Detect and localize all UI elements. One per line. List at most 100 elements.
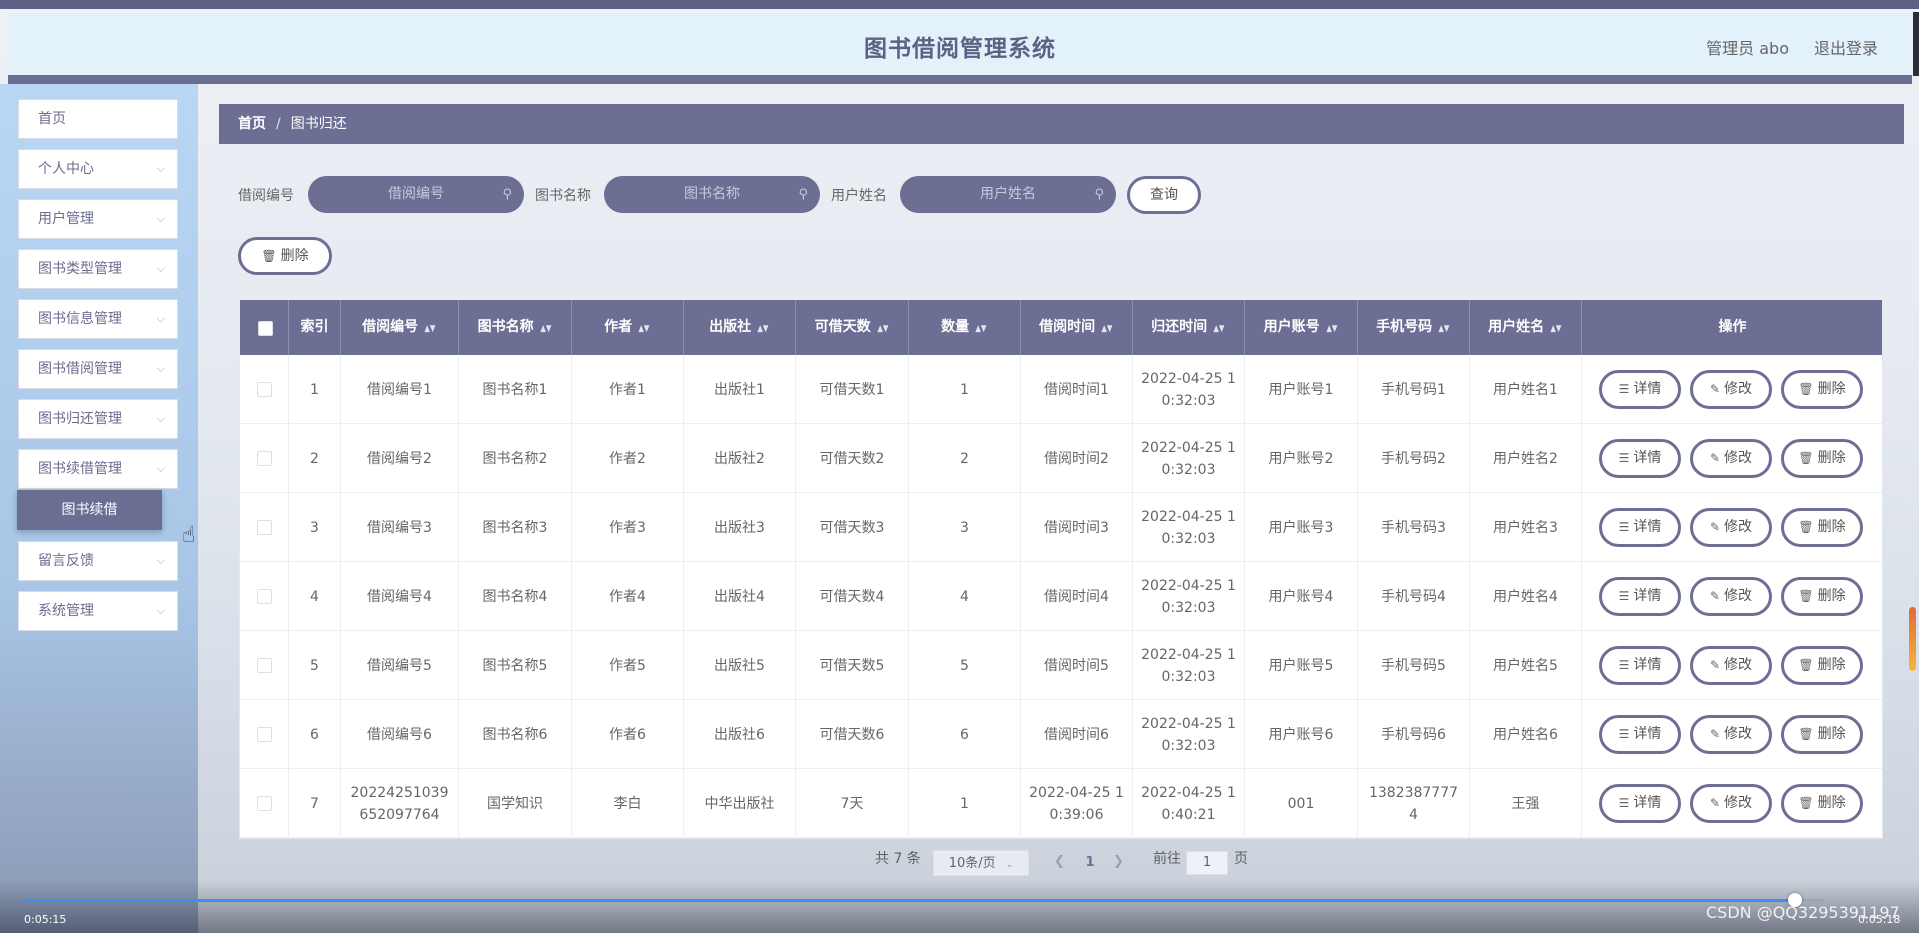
trash-icon: 🗑 bbox=[1798, 796, 1814, 810]
row-checkbox[interactable] bbox=[256, 658, 272, 673]
sidebar-item-personal-center[interactable]: 个人中心 ⌵ bbox=[18, 149, 178, 189]
detail-button[interactable]: ☰ 详情 bbox=[1599, 370, 1681, 409]
borrow-no-input[interactable]: 借阅编号 ⚲ bbox=[308, 176, 524, 213]
th-col-8[interactable]: 归还时间 ▲▼ bbox=[1133, 300, 1245, 355]
edit-button[interactable]: ✎ 修改 bbox=[1690, 508, 1772, 547]
th-label: 可借天数 bbox=[814, 319, 871, 335]
sidebar-item-book-return-mgmt[interactable]: 图书归还管理 ⌵ bbox=[18, 399, 178, 439]
edit-button[interactable]: ✎ 修改 bbox=[1690, 577, 1772, 616]
prev-page-button[interactable]: ❮ bbox=[1054, 854, 1065, 869]
row-checkbox[interactable] bbox=[256, 796, 272, 811]
td-user-name: 用户姓名3 bbox=[1470, 493, 1582, 562]
sidebar-item-home[interactable]: 首页 bbox=[18, 99, 178, 139]
th-col-6[interactable]: 数量 ▲▼ bbox=[909, 300, 1021, 355]
delete-button[interactable]: 🗑 删除 bbox=[1781, 784, 1863, 823]
row-checkbox[interactable] bbox=[256, 382, 272, 397]
row-checkbox[interactable] bbox=[256, 451, 272, 466]
sort-icon[interactable]: ▲▼ bbox=[1213, 302, 1224, 357]
td-book-name: 图书名称5 bbox=[459, 631, 572, 700]
sidebar-item-user-mgmt[interactable]: 用户管理 ⌵ bbox=[18, 199, 178, 239]
trash-icon: 🗑 bbox=[1798, 727, 1814, 741]
top-strip bbox=[0, 0, 1919, 9]
th-col-11[interactable]: 用户姓名 ▲▼ bbox=[1470, 300, 1582, 355]
row-checkbox[interactable] bbox=[256, 727, 272, 742]
sort-icon[interactable]: ▲▼ bbox=[424, 302, 435, 357]
page-size-select[interactable]: 10条/页 ⌄ bbox=[933, 850, 1029, 876]
sort-icon[interactable]: ▲▼ bbox=[540, 302, 551, 357]
detail-button[interactable]: ☰ 详情 bbox=[1599, 784, 1681, 823]
th-label: 归还时间 bbox=[1151, 319, 1208, 335]
th-col-2[interactable]: 图书名称 ▲▼ bbox=[459, 300, 572, 355]
td-index: 5 bbox=[289, 631, 341, 700]
submenu-item-book-renew[interactable]: 图书续借 bbox=[17, 490, 162, 530]
edit-button[interactable]: ✎ 修改 bbox=[1690, 439, 1772, 478]
th-col-10[interactable]: 手机号码 ▲▼ bbox=[1358, 300, 1470, 355]
detail-button[interactable]: ☰ 详情 bbox=[1599, 439, 1681, 478]
next-page-button[interactable]: ❯ bbox=[1113, 854, 1124, 869]
sort-icon[interactable]: ▲▼ bbox=[877, 302, 888, 357]
edit-button[interactable]: ✎ 修改 bbox=[1690, 715, 1772, 754]
sort-icon[interactable]: ▲▼ bbox=[1550, 302, 1561, 357]
detail-button-label: 详情 bbox=[1633, 726, 1662, 742]
delete-button[interactable]: 🗑 删除 bbox=[1781, 577, 1863, 616]
sidebar-item-book-renew-mgmt[interactable]: 图书续借管理 ⌵ bbox=[18, 449, 178, 489]
batch-delete-button[interactable]: 🗑 删除 bbox=[238, 237, 332, 275]
td-borrow-time: 借阅时间4 bbox=[1021, 562, 1133, 631]
delete-button[interactable]: 🗑 删除 bbox=[1781, 370, 1863, 409]
user-name-input[interactable]: 用户姓名 ⚲ bbox=[900, 176, 1116, 213]
sidebar-item-system-mgmt[interactable]: 系统管理 ⌵ bbox=[18, 591, 178, 631]
detail-button[interactable]: ☰ 详情 bbox=[1599, 715, 1681, 754]
th-label: 借阅时间 bbox=[1039, 319, 1096, 335]
sidebar-item-label: 首页 bbox=[38, 111, 66, 127]
edit-button[interactable]: ✎ 修改 bbox=[1690, 370, 1772, 409]
delete-button[interactable]: 🗑 删除 bbox=[1781, 439, 1863, 478]
row-checkbox[interactable] bbox=[256, 520, 272, 535]
query-button[interactable]: 查询 bbox=[1127, 176, 1201, 214]
edit-button[interactable]: ✎ 修改 bbox=[1690, 646, 1772, 685]
td-days: 可借天数2 bbox=[796, 424, 909, 493]
chevron-down-icon: ⌵ bbox=[156, 462, 165, 475]
sidebar-item-feedback[interactable]: 留言反馈 ⌵ bbox=[18, 541, 178, 581]
th-col-9[interactable]: 用户账号 ▲▼ bbox=[1245, 300, 1358, 355]
td-account: 用户账号2 bbox=[1245, 424, 1358, 493]
sidebar-item-book-info-mgmt[interactable]: 图书信息管理 ⌵ bbox=[18, 299, 178, 339]
delete-button[interactable]: 🗑 删除 bbox=[1781, 646, 1863, 685]
row-checkbox[interactable] bbox=[256, 589, 272, 604]
book-name-input[interactable]: 图书名称 ⚲ bbox=[604, 176, 820, 213]
document-icon: ☰ bbox=[1618, 727, 1630, 741]
th-col-3[interactable]: 作者 ▲▼ bbox=[572, 300, 684, 355]
goto-page-input[interactable]: 1 bbox=[1186, 851, 1228, 875]
sort-icon[interactable]: ▲▼ bbox=[1326, 302, 1337, 357]
logout-link[interactable]: 退出登录 bbox=[1814, 35, 1878, 59]
chevron-down-icon: ⌵ bbox=[156, 312, 165, 325]
edit-button[interactable]: ✎ 修改 bbox=[1690, 784, 1772, 823]
sort-icon[interactable]: ▲▼ bbox=[1101, 302, 1112, 357]
sort-icon[interactable]: ▲▼ bbox=[757, 302, 768, 357]
detail-button[interactable]: ☰ 详情 bbox=[1599, 508, 1681, 547]
scrollbar-thumb[interactable] bbox=[1909, 607, 1916, 671]
td-return-time: 2022-04-25 10:40:21 bbox=[1133, 769, 1245, 838]
detail-button[interactable]: ☰ 详情 bbox=[1599, 577, 1681, 616]
delete-button[interactable]: 🗑 删除 bbox=[1781, 715, 1863, 754]
th-label: 索引 bbox=[300, 319, 329, 335]
sort-icon[interactable]: ▲▼ bbox=[1438, 302, 1449, 357]
th-col-4[interactable]: 出版社 ▲▼ bbox=[684, 300, 796, 355]
search-icon: ⚲ bbox=[798, 187, 808, 202]
td-user-name: 用户姓名2 bbox=[1470, 424, 1582, 493]
th-col-5[interactable]: 可借天数 ▲▼ bbox=[796, 300, 909, 355]
time-elapsed: 0:05:15 bbox=[24, 913, 67, 926]
td-account: 用户账号4 bbox=[1245, 562, 1358, 631]
detail-button[interactable]: ☰ 详情 bbox=[1599, 646, 1681, 685]
delete-button[interactable]: 🗑 删除 bbox=[1781, 508, 1863, 547]
sidebar-item-book-type-mgmt[interactable]: 图书类型管理 ⌵ bbox=[18, 249, 178, 289]
sidebar-item-book-borrow-mgmt[interactable]: 图书借阅管理 ⌵ bbox=[18, 349, 178, 389]
hand-cursor-icon: ☝ bbox=[182, 523, 196, 548]
total-count: 共 7 条 bbox=[875, 851, 921, 867]
th-col-1[interactable]: 借阅编号 ▲▼ bbox=[341, 300, 459, 355]
th-col-7[interactable]: 借阅时间 ▲▼ bbox=[1021, 300, 1133, 355]
sort-icon[interactable]: ▲▼ bbox=[638, 302, 649, 357]
breadcrumb-home[interactable]: 首页 bbox=[238, 116, 266, 132]
document-icon: ☰ bbox=[1618, 451, 1630, 465]
current-page[interactable]: 1 bbox=[1080, 851, 1100, 875]
sort-icon[interactable]: ▲▼ bbox=[975, 302, 986, 357]
